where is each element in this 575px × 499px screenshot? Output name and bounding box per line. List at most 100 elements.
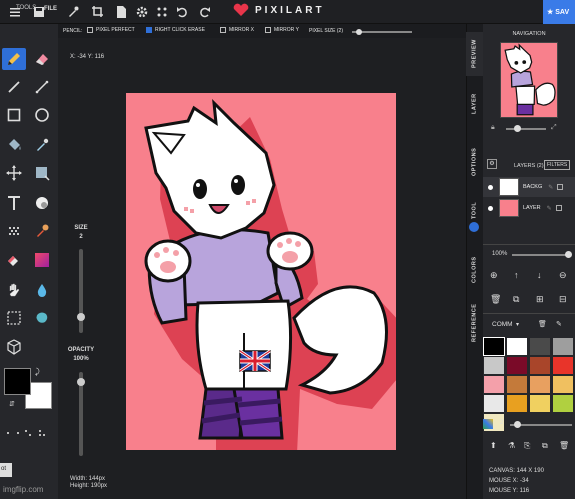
right-click-erase-checkbox[interactable]: [146, 27, 152, 33]
filters-button[interactable]: FILTERS: [544, 160, 571, 170]
fill-bucket-tool[interactable]: [2, 134, 26, 156]
palette-swatch[interactable]: [553, 338, 573, 355]
layer-row-background[interactable]: BACKG ✎: [483, 177, 575, 197]
pixel-perfect-option[interactable]: PIXEL PERFECT: [87, 27, 135, 33]
rectangle-tool[interactable]: [2, 104, 26, 126]
nav-zoom-slider[interactable]: [506, 128, 546, 130]
mirror-x-checkbox[interactable]: [220, 27, 226, 33]
palette-swatch[interactable]: [530, 376, 550, 393]
palette-swatch[interactable]: [530, 338, 550, 355]
palette-swatch[interactable]: [530, 395, 550, 412]
layer-opacity-slider[interactable]: [512, 254, 570, 256]
dither-tool[interactable]: [2, 220, 26, 242]
move-down-icon[interactable]: ↓: [537, 270, 542, 280]
hand-tool[interactable]: [2, 279, 26, 301]
palette-swatch[interactable]: [553, 395, 573, 412]
move-tool[interactable]: [2, 162, 26, 184]
undo-icon[interactable]: [173, 3, 191, 21]
pencil-tool[interactable]: [2, 48, 26, 70]
circle-tool[interactable]: [30, 104, 54, 126]
layer-visible-dot[interactable]: [488, 184, 493, 190]
reset-colors-icon[interactable]: ⇵: [9, 400, 15, 408]
merge-icon[interactable]: ⊖: [559, 270, 567, 281]
eyedropper-tool[interactable]: [30, 134, 54, 156]
palette-swatch[interactable]: [507, 338, 527, 355]
palette-dots-icon[interactable]: [5, 428, 51, 440]
chevron-down-icon[interactable]: ▾: [516, 321, 519, 328]
copy-icon[interactable]: ⧉: [542, 441, 548, 451]
palette-swatch[interactable]: [507, 376, 527, 393]
upload-icon[interactable]: ⬆: [490, 441, 497, 450]
add-layer-icon[interactable]: ⊕: [490, 270, 498, 281]
select-tool[interactable]: [30, 162, 54, 184]
redo-icon[interactable]: [196, 3, 214, 21]
tab-layer[interactable]: LAYER: [466, 86, 483, 122]
layer-lock-checkbox[interactable]: [557, 184, 564, 190]
palette-swatch[interactable]: [507, 357, 527, 374]
layer-lock-checkbox[interactable]: [555, 205, 562, 211]
file-menu-label[interactable]: FILE: [44, 6, 57, 12]
tab-tool[interactable]: TOOL: [466, 196, 483, 224]
layer-edit-icon[interactable]: ✎: [547, 205, 552, 212]
paste-icon[interactable]: ⎘: [524, 441, 530, 451]
pixilart-logo[interactable]: PIXILART: [232, 3, 325, 17]
flask-icon[interactable]: ⚗: [508, 441, 515, 450]
mirror-x-option[interactable]: MIRROR X: [220, 27, 254, 33]
marquee-tool[interactable]: [2, 307, 26, 329]
tab-colors[interactable]: COLORS: [466, 250, 483, 290]
move-up-icon[interactable]: ↑: [514, 270, 519, 280]
paint-tool[interactable]: [2, 249, 26, 271]
palette-swatch[interactable]: [530, 357, 550, 374]
cube-tool[interactable]: [2, 336, 26, 358]
pen-tool[interactable]: [30, 76, 54, 98]
layer-visible-dot[interactable]: [488, 205, 493, 211]
mirror-y-checkbox[interactable]: [265, 27, 271, 33]
crop-icon[interactable]: [89, 3, 107, 21]
palette-swatch[interactable]: [484, 376, 504, 393]
palette-swatch[interactable]: [484, 395, 504, 412]
duplicate-layer-icon[interactable]: ⧉: [513, 294, 519, 305]
palette-delete-icon[interactable]: 🗑︎: [538, 320, 547, 328]
lasso-tool[interactable]: [30, 307, 54, 329]
layer-edit-icon[interactable]: ✎: [548, 184, 553, 191]
nav-zoom-knob[interactable]: [514, 125, 521, 132]
palette-slider-knob[interactable]: [514, 421, 521, 428]
save-button[interactable]: ★ SAV: [543, 0, 575, 24]
layer-row-layer[interactable]: LAYER ✎: [483, 198, 575, 218]
layer-settings-icon[interactable]: ⚙: [487, 159, 497, 169]
palette-icon[interactable]: [483, 419, 493, 429]
settings-icon[interactable]: [133, 3, 151, 21]
palette-swatch[interactable]: [483, 337, 505, 356]
export-icon[interactable]: ⊟: [559, 294, 567, 305]
import-icon[interactable]: ⊞: [536, 294, 544, 305]
pixel-perfect-checkbox[interactable]: [87, 27, 93, 33]
text-tool[interactable]: [2, 192, 26, 214]
palette-edit-icon[interactable]: ✎: [556, 320, 562, 328]
new-file-icon[interactable]: [112, 3, 130, 21]
bottom-left-tab[interactable]: ot: [0, 463, 12, 477]
pixel-size-knob[interactable]: [356, 29, 362, 35]
tab-options[interactable]: OPTIONS: [466, 140, 483, 184]
color-picker-tool[interactable]: [30, 220, 54, 242]
drop-tool[interactable]: [30, 279, 54, 301]
delete-layer-icon[interactable]: 🗑︎: [490, 294, 501, 305]
lock-icon[interactable]: 🔒︎: [491, 124, 495, 132]
trash-icon[interactable]: 🗑︎: [559, 441, 569, 450]
swap-colors-icon[interactable]: ⤸: [35, 367, 40, 377]
drawing-canvas[interactable]: [126, 93, 396, 450]
layer-opacity-knob[interactable]: [565, 251, 572, 258]
palette-swatch[interactable]: [507, 395, 527, 412]
palette-select[interactable]: COMM: [492, 321, 513, 328]
primary-color-swatch[interactable]: [4, 368, 31, 395]
opacity-slider-knob[interactable]: [77, 378, 85, 386]
eraser-tool[interactable]: [30, 48, 54, 70]
right-click-erase-option[interactable]: RIGHT CLICK ERASE: [146, 27, 205, 33]
grid-dots-icon[interactable]: [153, 3, 171, 21]
gradient-tool[interactable]: [30, 249, 54, 271]
line-tool[interactable]: [2, 76, 26, 98]
size-slider-knob[interactable]: [77, 313, 85, 321]
navigation-preview[interactable]: [500, 42, 558, 118]
palette-swatch[interactable]: [484, 357, 504, 374]
tab-reference[interactable]: REFERENCE: [466, 298, 483, 348]
palette-swatch[interactable]: [553, 376, 573, 393]
